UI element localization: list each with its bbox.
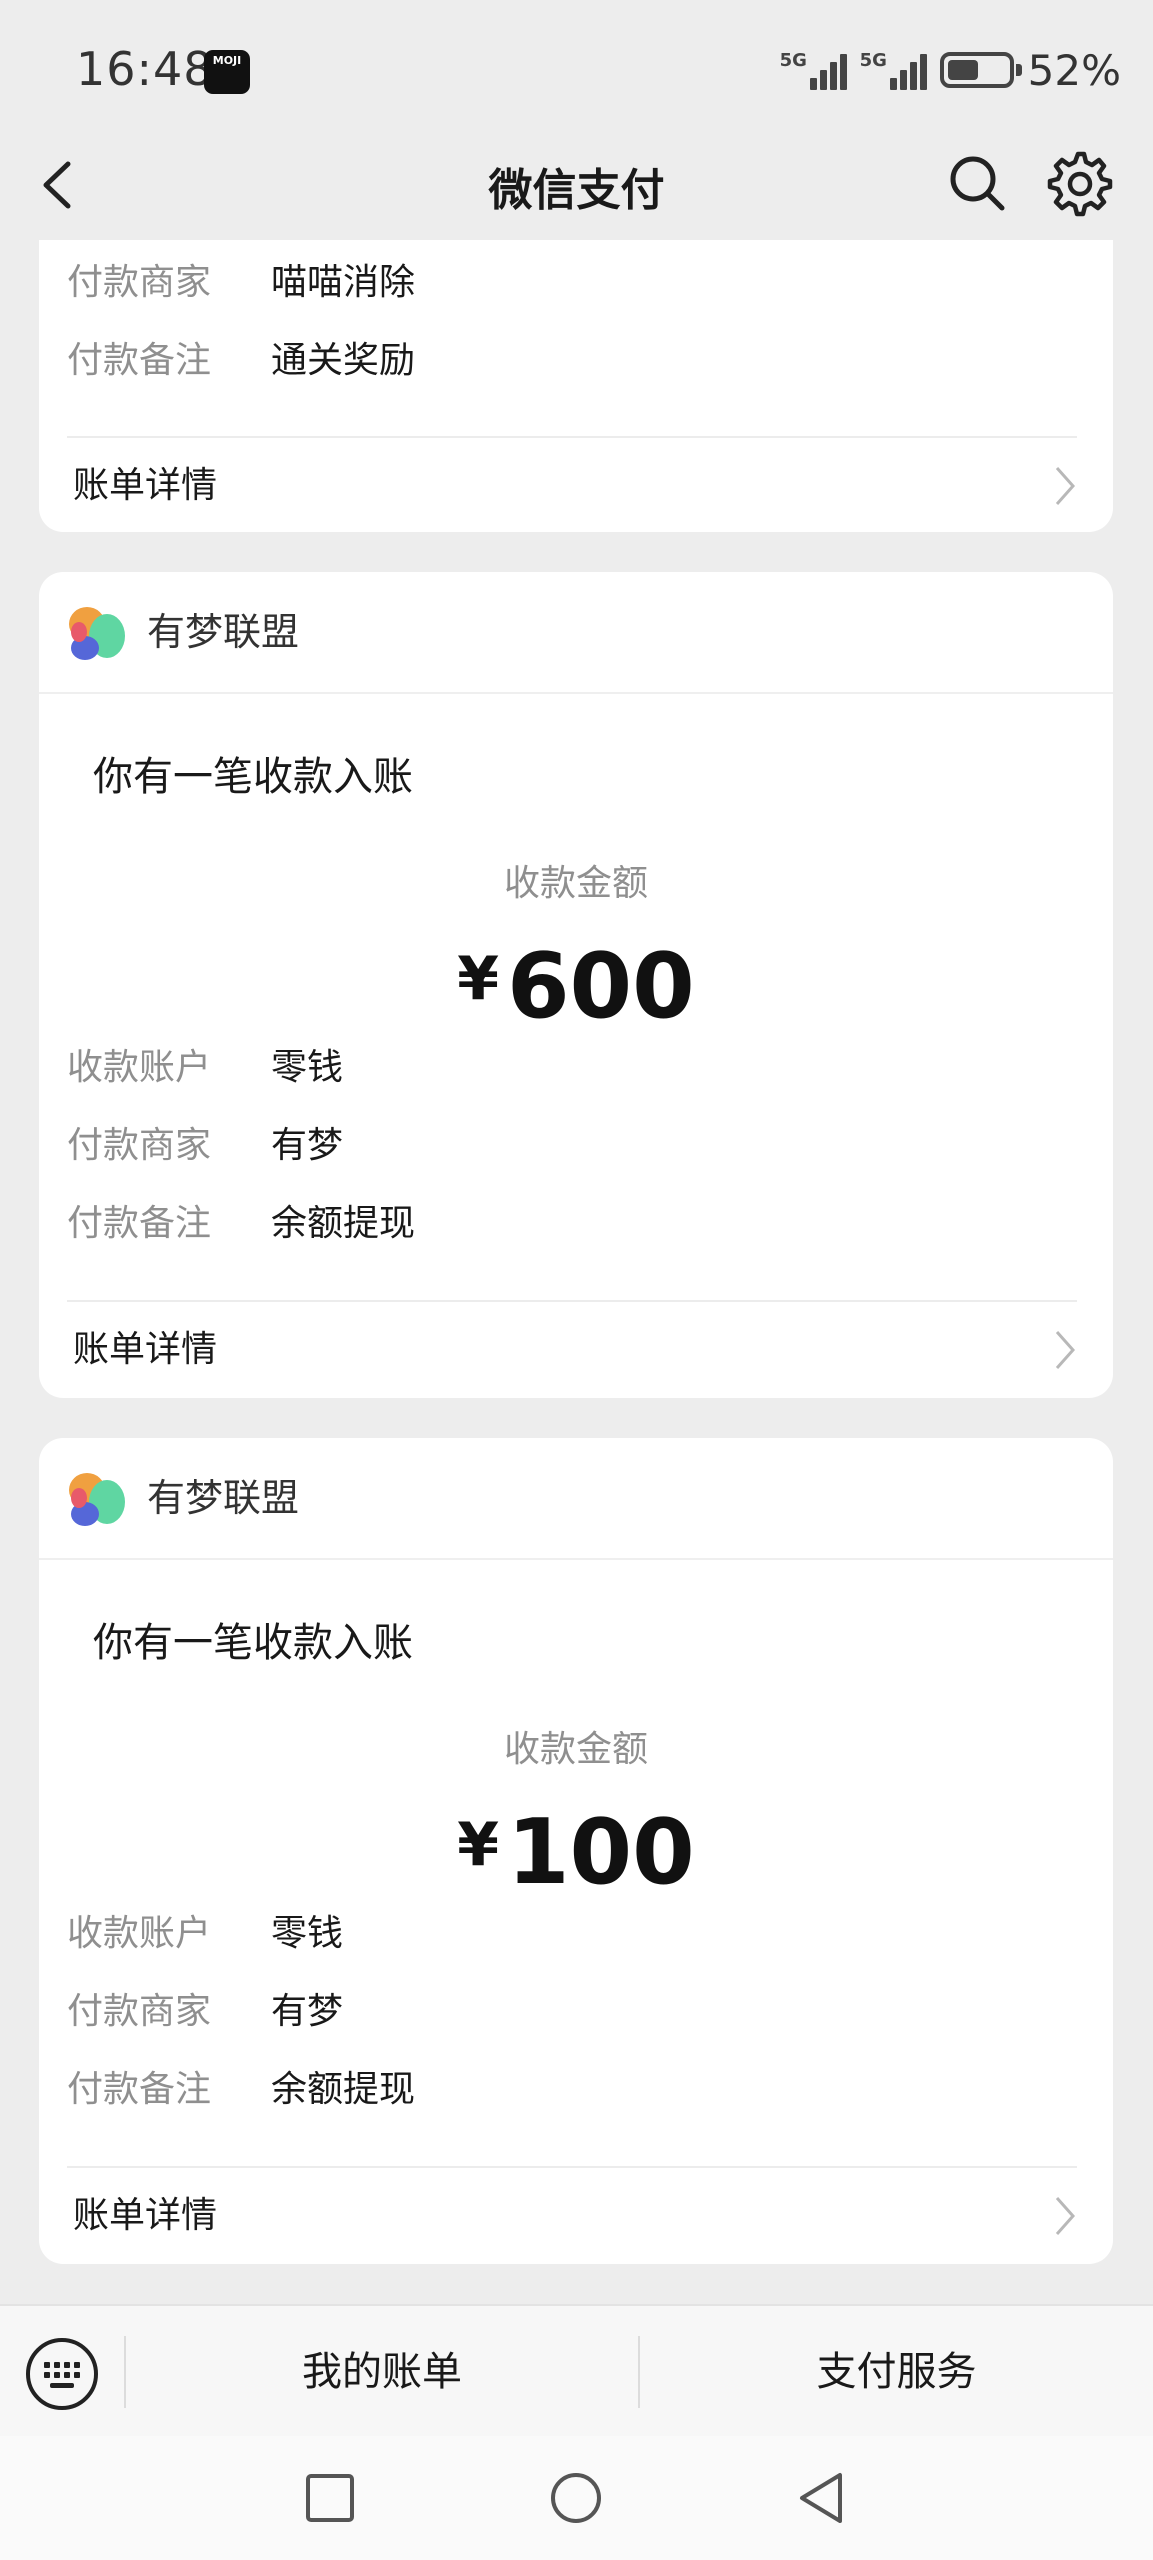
- battery-icon: [939, 52, 1022, 88]
- status-icons: 5G 5G 52%: [779, 45, 1121, 95]
- search-icon[interactable]: [944, 150, 1010, 216]
- receipt-notice: 你有一笔收款入账: [93, 754, 413, 800]
- info-key: 付款备注: [67, 1203, 212, 1244]
- cellular-signal-icon: 5G: [859, 48, 927, 92]
- youmeng-logo-icon: [69, 607, 125, 660]
- moji-weather-app-badge-icon: MOJI: [204, 50, 250, 94]
- info-row: 付款备注 余额提现: [67, 2060, 415, 2120]
- info-row: 付款商家 有梦: [67, 1982, 343, 2042]
- info-key: 付款商家: [67, 1991, 212, 2032]
- divider: [67, 2166, 1077, 2168]
- tab-my-bills[interactable]: 我的账单: [126, 2306, 638, 2438]
- info-key: 收款账户: [67, 1913, 212, 1954]
- network-type-label: 5G: [859, 50, 887, 71]
- status-bar: 16:48 MOJI 5G 5G 52%: [0, 0, 1153, 140]
- merchant-header[interactable]: 有梦联盟: [39, 1438, 1113, 1560]
- info-key: 付款备注: [67, 340, 212, 381]
- youmeng-logo-icon: [69, 1473, 125, 1526]
- amount-number: 600: [506, 934, 695, 1039]
- bill-detail-link[interactable]: 账单详情: [73, 2186, 217, 2246]
- payment-message-card: 付款商家 喵喵消除 付款备注 通关奖励 账单详情: [39, 240, 1113, 532]
- currency-symbol: ¥: [457, 1810, 499, 1880]
- payment-message-card: 有梦联盟 你有一笔收款入账 收款金额 ¥100 收款账户 零钱 付款商家 有梦 付款…: [39, 1438, 1113, 2264]
- divider: [67, 1300, 1077, 1302]
- bill-detail-link[interactable]: 账单详情: [73, 1320, 217, 1380]
- chevron-right-icon: [1055, 1331, 1076, 1369]
- info-key: 收款账户: [67, 1047, 212, 1088]
- home-circle-icon[interactable]: [544, 2466, 608, 2530]
- merchant-name: 有梦联盟: [147, 610, 300, 654]
- info-value: 喵喵消除: [271, 262, 416, 303]
- info-value: 余额提现: [271, 1203, 416, 1244]
- battery-percent: 52%: [1027, 45, 1121, 95]
- keyboard-icon[interactable]: [24, 2336, 100, 2412]
- info-value: 有梦: [271, 1991, 344, 2032]
- gear-icon[interactable]: [1046, 150, 1114, 218]
- info-row: 付款备注 余额提现: [67, 1194, 415, 1254]
- tab-payment-services[interactable]: 支付服务: [640, 2306, 1153, 2438]
- amount-value: ¥600: [39, 924, 1113, 1042]
- info-value: 零钱: [271, 1047, 344, 1088]
- merchant-name: 有梦联盟: [147, 1476, 300, 1520]
- info-row: 付款商家 有梦: [67, 1116, 343, 1176]
- nav-bar: 微信支付: [0, 130, 1153, 240]
- network-type-label: 5G: [779, 50, 807, 71]
- merchant-header[interactable]: 有梦联盟: [39, 572, 1113, 694]
- amount-label: 收款金额: [503, 863, 648, 904]
- currency-symbol: ¥: [457, 944, 499, 1014]
- info-value: 通关奖励: [271, 340, 416, 381]
- info-row: 付款备注 通关奖励: [67, 331, 415, 391]
- info-key: 付款备注: [67, 2069, 212, 2110]
- back-triangle-icon[interactable]: [790, 2466, 854, 2530]
- chevron-right-icon: [1055, 2197, 1076, 2235]
- info-row: 付款商家 喵喵消除: [67, 253, 415, 313]
- recents-square-icon[interactable]: [298, 2466, 362, 2530]
- info-key: 付款商家: [67, 1125, 212, 1166]
- amount-label: 收款金额: [503, 1729, 648, 1770]
- info-value: 零钱: [271, 1913, 344, 1954]
- info-row: 收款账户 零钱: [67, 1904, 343, 1964]
- info-value: 余额提现: [271, 2069, 416, 2110]
- info-row: 收款账户 零钱: [67, 1038, 343, 1098]
- app-badge-text: MOJI: [212, 54, 242, 67]
- amount-value: ¥100: [39, 1790, 1113, 1908]
- system-navigation-bar: [0, 2436, 1153, 2560]
- bill-detail-link[interactable]: 账单详情: [73, 456, 217, 516]
- receipt-notice: 你有一笔收款入账: [93, 1620, 413, 1666]
- bottom-menu-bar: 我的账单 支付服务: [0, 2304, 1153, 2438]
- payment-message-card: 有梦联盟 你有一笔收款入账 收款金额 ¥600 收款账户 零钱 付款商家 有梦 付款…: [39, 572, 1113, 1398]
- cellular-signal-icon: 5G: [779, 48, 847, 92]
- info-value: 有梦: [271, 1125, 344, 1166]
- amount-number: 100: [506, 1800, 695, 1905]
- divider: [67, 436, 1077, 438]
- chevron-right-icon: [1055, 467, 1076, 505]
- status-time: 16:48: [76, 42, 214, 96]
- info-key: 付款商家: [67, 262, 212, 303]
